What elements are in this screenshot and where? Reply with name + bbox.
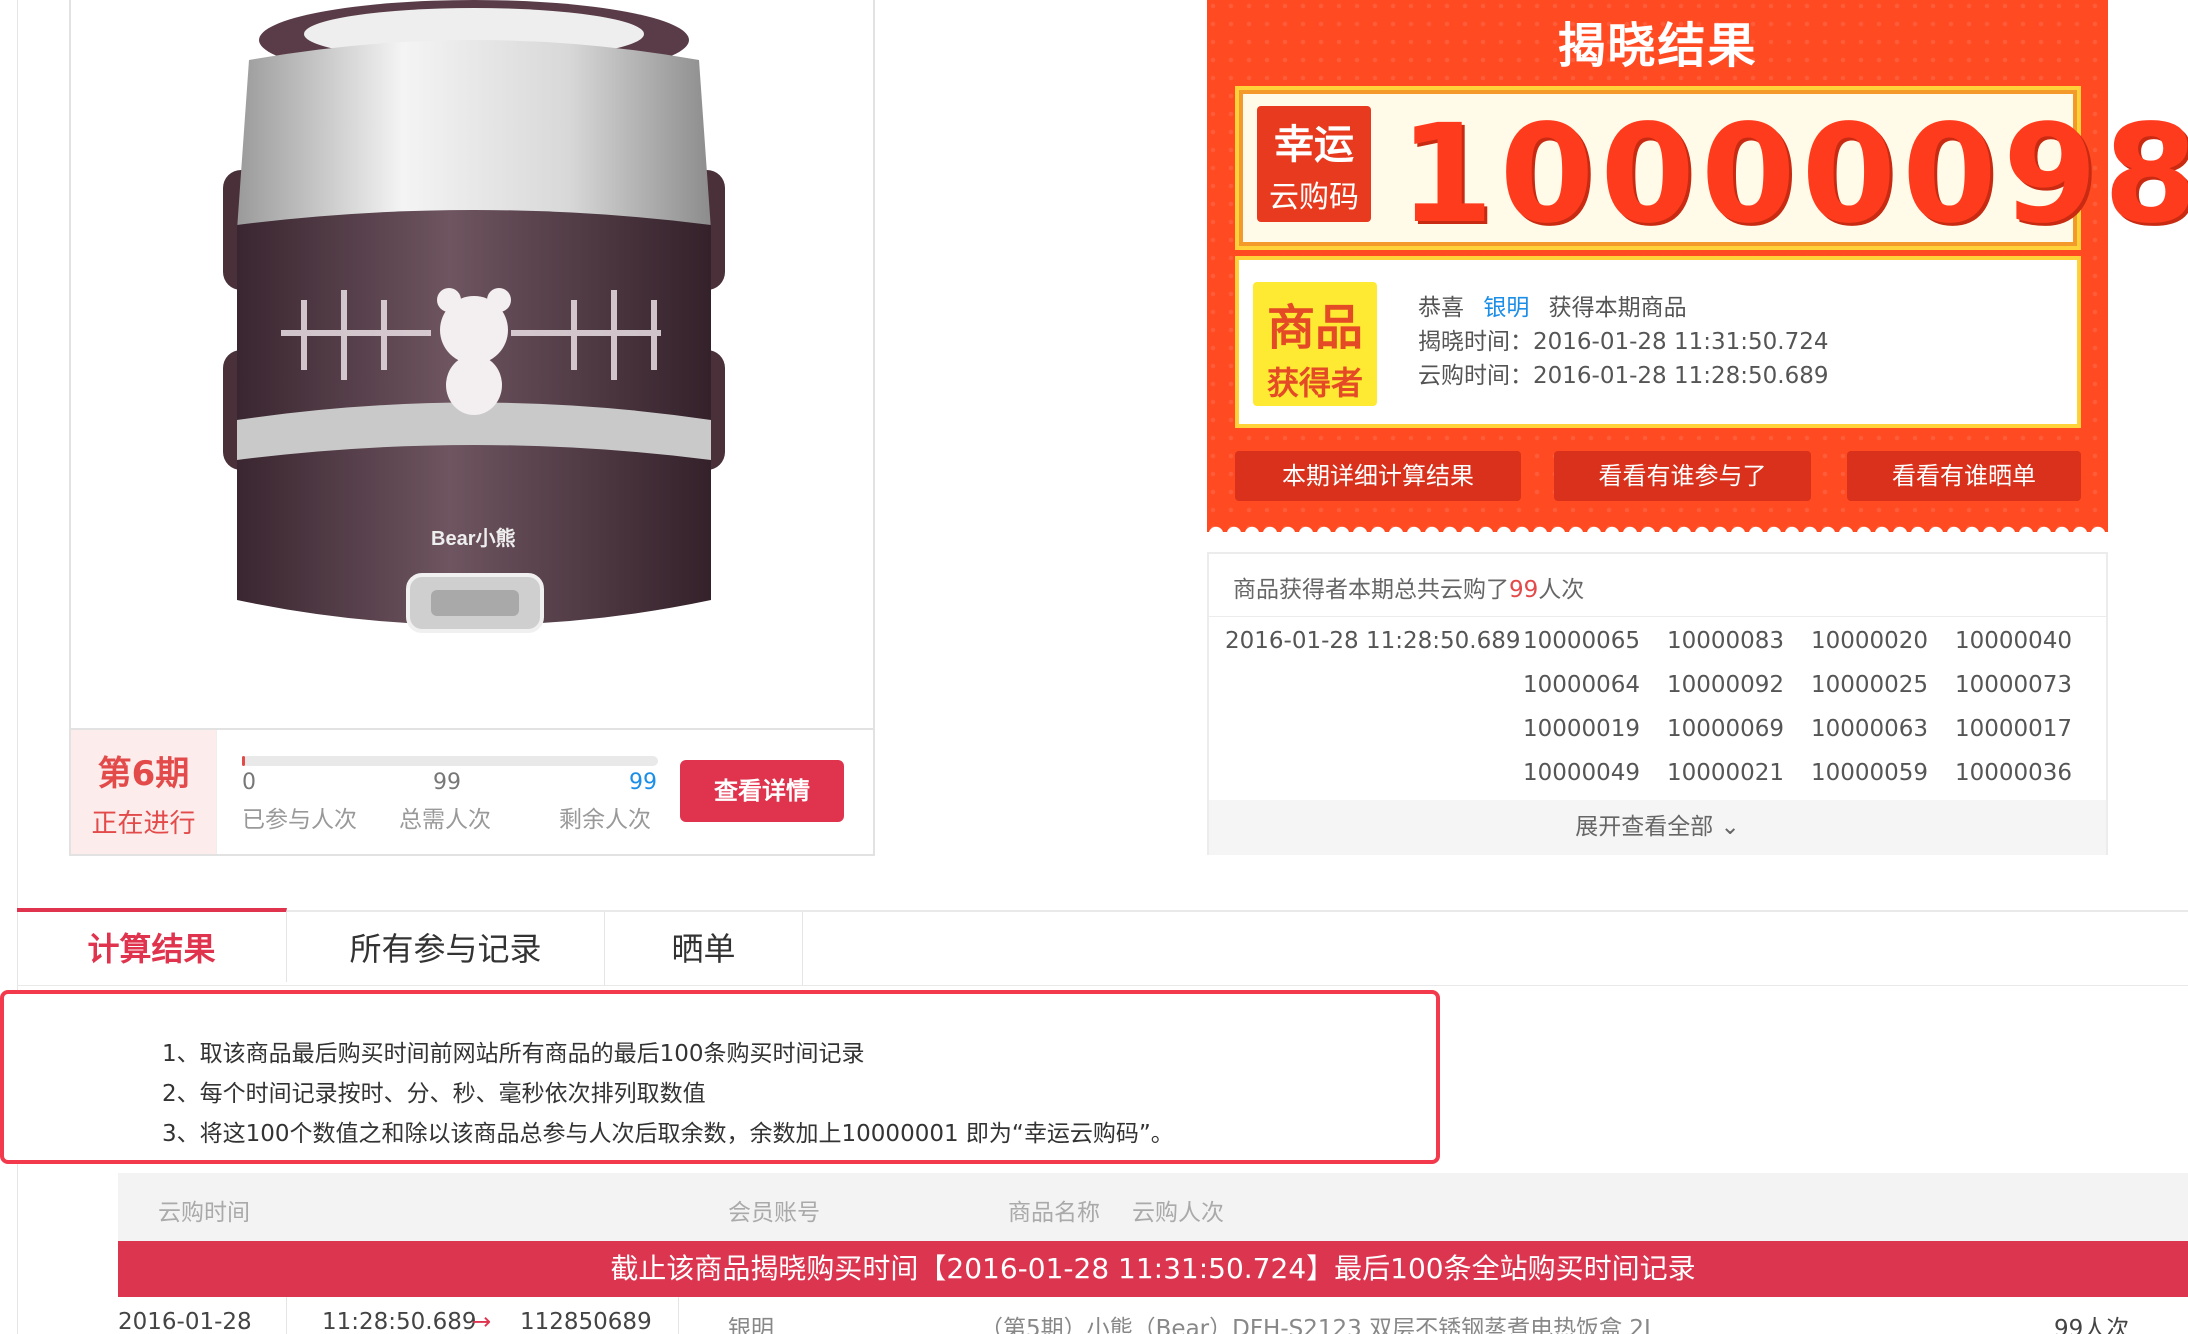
lucky-code: 10000098 bbox=[1399, 96, 2188, 254]
product-image-frame[interactable]: Bear小熊 bbox=[69, 0, 875, 730]
row-count: 99人次 bbox=[2054, 1316, 2130, 1334]
joined-label: 已参与人次 bbox=[242, 807, 357, 833]
rule-2: 2、每个时间记录按时、分、秒、毫秒依次排列取数值 bbox=[162, 1081, 706, 1107]
participation-code: 10000069 bbox=[1667, 716, 1785, 742]
calc-details-button[interactable]: 本期详细计算结果 bbox=[1235, 451, 1521, 501]
participation-code: 10000059 bbox=[1811, 760, 1929, 786]
participation-code: 10000083 bbox=[1667, 628, 1785, 654]
winner-congrats: 恭喜 银明 获得本期商品 bbox=[1418, 288, 1687, 322]
svg-text:Bear小熊: Bear小熊 bbox=[431, 526, 515, 550]
cell-divider bbox=[286, 1297, 287, 1334]
row-member[interactable]: 银明 bbox=[728, 1309, 774, 1334]
total-label: 总需人次 bbox=[399, 807, 491, 833]
lucky-tag: 幸运 云购码 bbox=[1257, 106, 1371, 222]
who-participated-button[interactable]: 看看有谁参与了 bbox=[1554, 451, 1811, 501]
lucky-tag-line2: 云购码 bbox=[1269, 180, 1359, 215]
winner-tag-line1: 商品 bbox=[1266, 300, 1363, 356]
participation-time: 2016-01-28 11:28:50.689 bbox=[1225, 628, 1521, 654]
winner-box: 商品 获得者 恭喜 银明 获得本期商品 揭晓时间：2016-01-28 11:3… bbox=[1235, 256, 2081, 428]
buy-time-line: 云购时间：2016-01-28 11:28:50.689 bbox=[1418, 356, 1829, 390]
reveal-time-line: 揭晓时间：2016-01-28 11:31:50.724 bbox=[1418, 322, 1829, 356]
cell-divider bbox=[678, 1297, 679, 1334]
buy-time: 2016-01-28 11:28:50.689 bbox=[1533, 363, 1829, 389]
joined-value: 0 bbox=[242, 770, 256, 795]
remaining-label: 剩余人次 bbox=[559, 807, 651, 833]
rule-1: 1、取该商品最后购买时间前网站所有商品的最后100条购买时间记录 bbox=[162, 1041, 865, 1067]
participation-prefix: 商品获得者本期总共云购了 bbox=[1233, 577, 1509, 603]
result-panel-scallop bbox=[1207, 520, 2108, 534]
calculation-rules-box: 1、取该商品最后购买时间前网站所有商品的最后100条购买时间记录 2、每个时间记… bbox=[0, 990, 1440, 1164]
row-value: 112850689 bbox=[520, 1309, 652, 1334]
col-product: 商品名称 bbox=[1008, 1200, 1100, 1226]
records-table-header: 云购时间 会员账号 商品名称 云购人次 bbox=[118, 1173, 2188, 1241]
tab-all-records[interactable]: 所有参与记录 bbox=[287, 912, 605, 986]
participation-code: 10000065 bbox=[1523, 628, 1641, 654]
result-panel: 揭晓结果 幸运 云购码 10000098 商品 获得者 恭喜 银明 获得本期商品… bbox=[1207, 0, 2188, 534]
expand-all-button[interactable]: 展开查看全部 ⌄ bbox=[1209, 800, 2106, 855]
participation-summary: 商品获得者本期总共云购了99人次 bbox=[1233, 570, 1584, 604]
period-number: 第6期 bbox=[97, 754, 190, 794]
progress-fill bbox=[242, 756, 245, 766]
winner-tag: 商品 获得者 bbox=[1253, 282, 1377, 406]
participation-code: 10000092 bbox=[1667, 672, 1785, 698]
view-details-button[interactable]: 查看详情 bbox=[680, 760, 844, 822]
congrats-prefix: 恭喜 bbox=[1418, 295, 1464, 321]
winner-participation-panel: 商品获得者本期总共云购了99人次 2016-01-28 11:28:50.689… bbox=[1207, 552, 2108, 855]
rule-3: 3、将这100个数值之和除以该商品总参与人次后取余数，余数加上10000001 … bbox=[162, 1121, 1174, 1147]
col-member: 会员账号 bbox=[728, 1200, 820, 1226]
total-value: 99 bbox=[433, 770, 461, 795]
divider bbox=[1209, 616, 2106, 617]
tab-calc-result[interactable]: 计算结果 bbox=[17, 908, 287, 982]
col-count: 云购人次 bbox=[1132, 1200, 1224, 1226]
participation-code: 10000073 bbox=[1955, 672, 2073, 698]
participation-count: 99 bbox=[1509, 577, 1539, 603]
participation-code: 10000040 bbox=[1955, 628, 2073, 654]
reveal-time: 2016-01-28 11:31:50.724 bbox=[1533, 329, 1829, 355]
participation-code: 10000017 bbox=[1955, 716, 2073, 742]
table-row[interactable]: 2016-01-28 11:28:50.689 → 112850689 银明 （… bbox=[118, 1297, 2188, 1334]
period-panel: 第6期 正在进行 0 已参与人次 99 总需人次 99 剩余人次 查看详情 bbox=[69, 728, 875, 856]
col-buy-time: 云购时间 bbox=[158, 1200, 250, 1226]
winner-name-link[interactable]: 银明 bbox=[1483, 295, 1529, 321]
participation-code: 10000019 bbox=[1523, 716, 1641, 742]
tabs-bottom-line bbox=[17, 985, 2188, 986]
arrow-icon: → bbox=[472, 1309, 492, 1334]
remaining-value: 99 bbox=[629, 770, 657, 795]
row-time: 11:28:50.689 bbox=[322, 1309, 477, 1334]
participation-code: 10000021 bbox=[1667, 760, 1785, 786]
buy-time-label: 云购时间： bbox=[1418, 363, 1533, 389]
participation-code: 10000049 bbox=[1523, 760, 1641, 786]
participation-code: 10000020 bbox=[1811, 628, 1929, 654]
period-badge: 第6期 正在进行 bbox=[71, 730, 217, 854]
winner-tag-line2: 获得者 bbox=[1266, 364, 1363, 402]
participation-code: 10000025 bbox=[1811, 672, 1929, 698]
participation-code: 10000063 bbox=[1811, 716, 1929, 742]
who-shared-button[interactable]: 看看有谁晒单 bbox=[1847, 451, 2081, 501]
period-status: 正在进行 bbox=[91, 809, 196, 839]
records-banner: 截止该商品揭晓购买时间【2016-01-28 11:31:50.724】最后10… bbox=[118, 1241, 2188, 1297]
lucky-tag-line1: 幸运 bbox=[1274, 122, 1354, 168]
reveal-time-label: 揭晓时间： bbox=[1418, 329, 1533, 355]
row-product[interactable]: （第5期）小熊（Bear）DFH-S2123 双层不锈钢蒸煮电热饭盒 2L bbox=[980, 1309, 1657, 1334]
participation-suffix: 人次 bbox=[1538, 577, 1585, 603]
tab-show-orders[interactable]: 晒单 bbox=[605, 912, 803, 986]
congrats-suffix: 获得本期商品 bbox=[1548, 295, 1687, 321]
participation-code: 10000036 bbox=[1955, 760, 2073, 786]
progress-track bbox=[242, 756, 658, 766]
lucky-code-box: 幸运 云购码 10000098 bbox=[1235, 86, 2188, 254]
participation-code: 10000064 bbox=[1523, 672, 1641, 698]
result-title: 揭晓结果 bbox=[1557, 18, 1758, 74]
row-date: 2016-01-28 bbox=[118, 1309, 252, 1334]
rice-cooker-image: Bear小熊 bbox=[223, 0, 725, 633]
